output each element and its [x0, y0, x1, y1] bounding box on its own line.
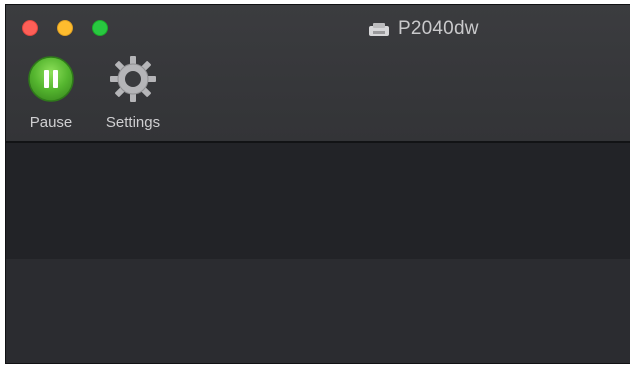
printer-icon	[369, 22, 389, 36]
pause-icon	[28, 56, 74, 102]
close-button[interactable]	[22, 20, 38, 36]
minimize-button[interactable]	[57, 20, 73, 36]
settings-label: Settings	[105, 114, 161, 131]
toolbar: P2040dw Pause Settings	[6, 5, 630, 143]
settings-button[interactable]: Settings	[94, 55, 172, 131]
pause-label: Pause	[29, 114, 73, 131]
job-list-empty-area	[6, 259, 630, 363]
maximize-button[interactable]	[92, 20, 108, 36]
pause-button[interactable]: Pause	[20, 55, 82, 131]
gear-icon	[110, 56, 156, 102]
print-queue-window: P2040dw Pause Settings	[5, 4, 630, 364]
window-title-text: P2040dw	[398, 18, 479, 39]
job-list-area	[6, 143, 630, 259]
window-title: P2040dw	[368, 18, 479, 40]
